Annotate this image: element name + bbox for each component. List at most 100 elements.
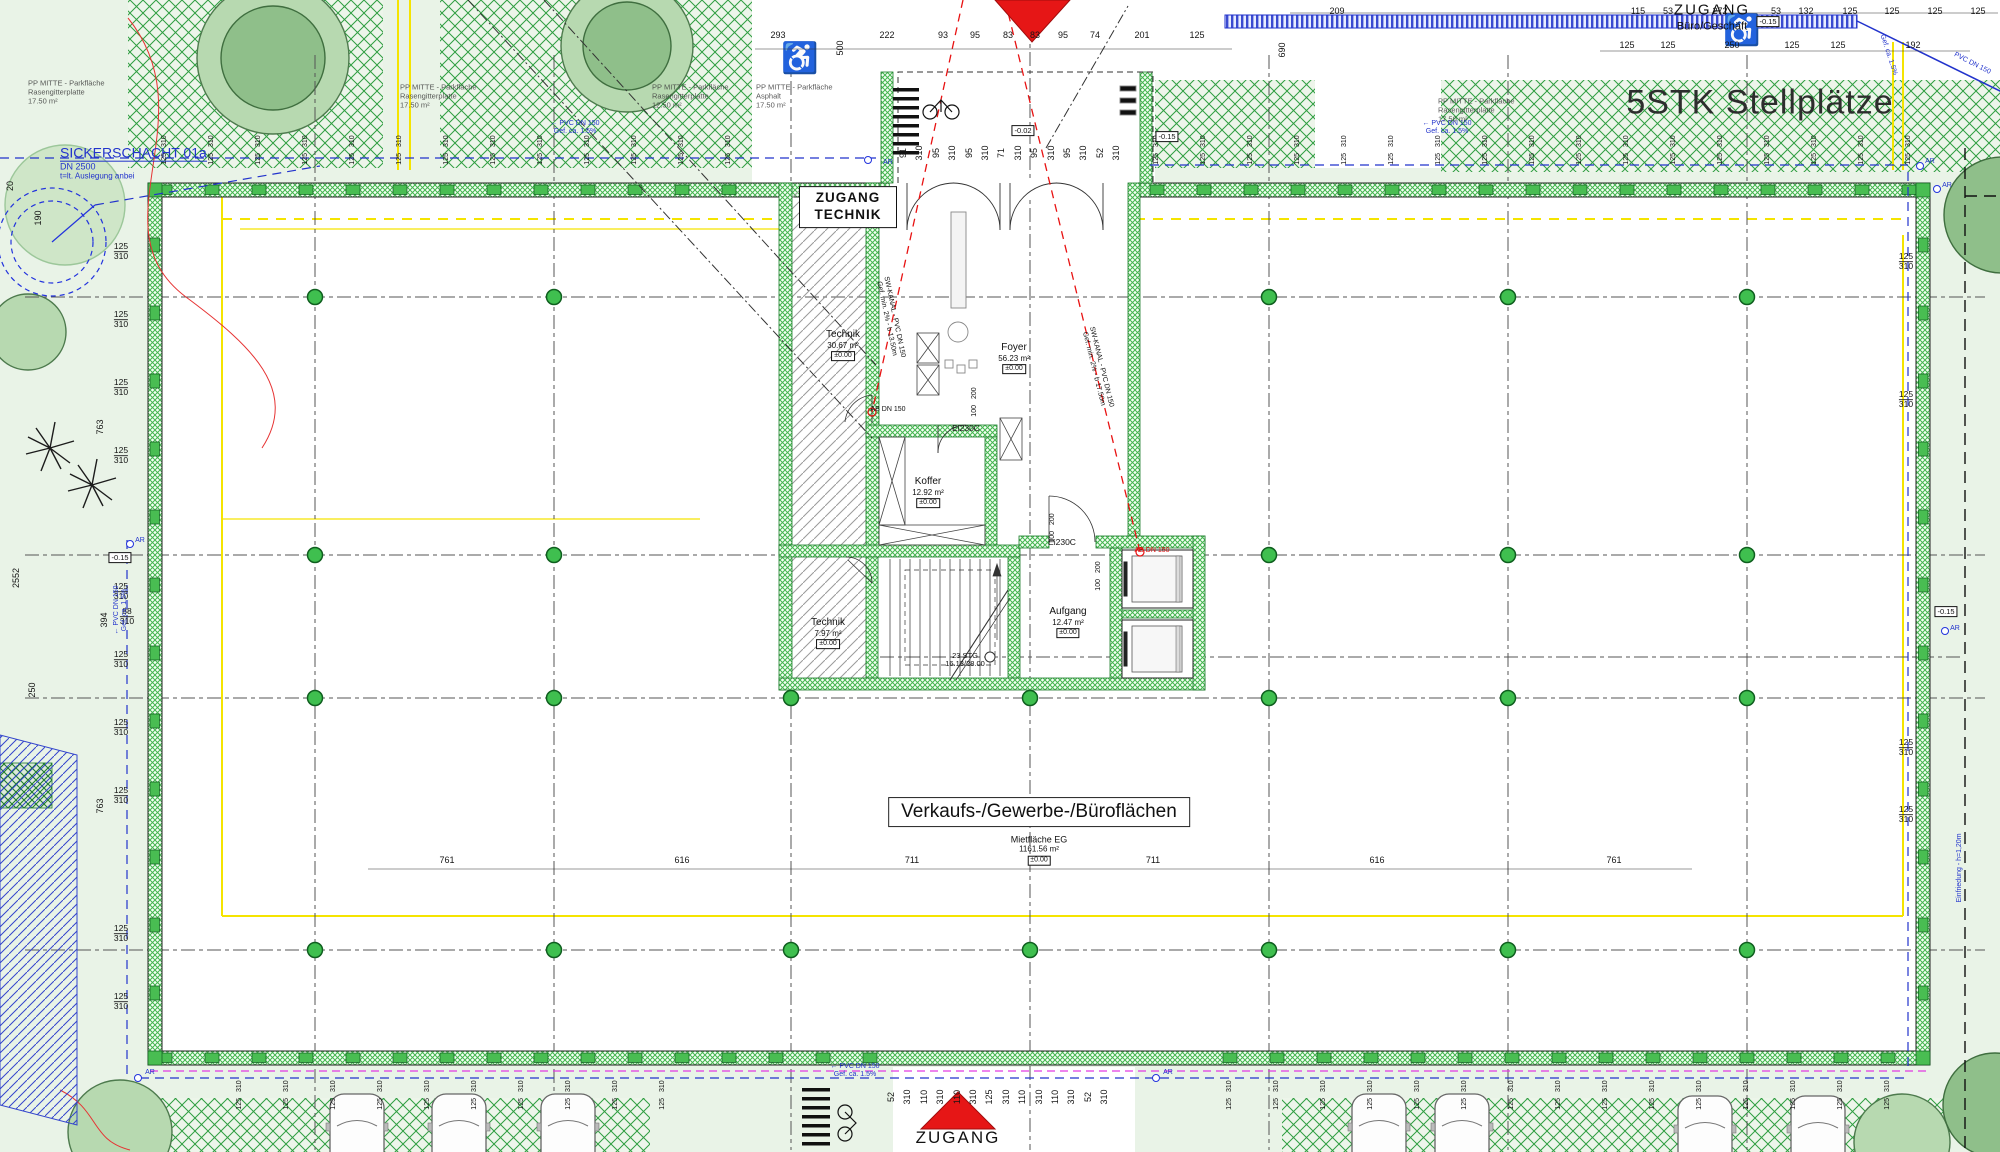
- wall-dim-pair: 125310: [1508, 1077, 1516, 1112]
- dim-value: 125: [1884, 6, 1899, 16]
- stair-label: 23 STG16.13/28.00: [945, 652, 985, 669]
- wall-dim-pair: 125310: [330, 1077, 338, 1112]
- kanal-label: SW-KANAL - PVC DN 150Gef. min. 2% - b 17…: [1079, 326, 1115, 410]
- dim-value-rotated: 500: [835, 40, 845, 55]
- fire-door-label: Ei230C: [1048, 538, 1076, 548]
- room-label-aufgang: Aufgang 12.47 m² ±0.00: [1049, 606, 1086, 638]
- dim-value: 209: [1329, 6, 1344, 16]
- wall-dim-pair: 125310: [1717, 132, 1725, 167]
- wall-dim-pair: 125310: [1905, 132, 1913, 167]
- ar-marker-label: AR: [1950, 625, 1960, 633]
- wall-dim-pair: 125310: [114, 378, 128, 398]
- dim-pair-value: 95: [963, 148, 973, 158]
- wall-dim-pair: 125310: [1764, 132, 1772, 167]
- dim-pair-value: 52: [1083, 1092, 1093, 1102]
- main-area-info: Mietfläche EG 1161.56 m² ±0.00: [1011, 835, 1068, 866]
- fire-door-label: Ei230C: [952, 424, 980, 434]
- dim-pair-value: 310: [1078, 145, 1088, 160]
- dim-pair-value: 110: [1050, 1090, 1060, 1104]
- dim-pair-value: 310: [1013, 145, 1023, 160]
- dim-value-rotated: 250: [27, 682, 37, 697]
- wall-dim-pair: 125310: [114, 242, 128, 262]
- ab-label: AB DN 150: [870, 406, 905, 414]
- parking-stall-label: PP MITTE - ParkflächeRasengitterplatte17…: [28, 79, 105, 106]
- wall-dim-pair: 125310: [565, 1077, 573, 1112]
- room-label-koffer: Koffer 12.92 m² ±0.00: [912, 476, 944, 508]
- room-label-technik1: Technik 30.67 m² ±0.00: [826, 329, 860, 361]
- parking-stall-label: PP MITTE - ParkflächeAsphalt17.50 m²: [756, 83, 833, 110]
- wall-dim-pair: 125310: [1273, 1077, 1281, 1112]
- dim-value: 711: [905, 855, 919, 865]
- dim-pair-value: 310: [935, 1089, 945, 1104]
- dim-pair-value: 310: [1033, 1089, 1043, 1104]
- wall-dim-pair: 125310: [725, 132, 733, 167]
- wall-dim-pair: 125310: [612, 1077, 620, 1112]
- wall-dim-pair: 125310: [377, 1077, 385, 1112]
- wall-dim-pair: 125310: [1696, 1077, 1704, 1112]
- level-badge: -0.02: [1011, 126, 1034, 136]
- parking-stall-label: PP MITTE - ParkflächeRasengitterplatte12…: [652, 83, 729, 110]
- wall-dim-pair: 125310: [1555, 1077, 1563, 1112]
- floor-plan-canvas: ♿ ♿ 5STK Stellplätze ZUGANGTECHNIK ZUGAN…: [0, 0, 2000, 1152]
- wall-dim-pair: 125310: [283, 1077, 291, 1112]
- wall-dim-pair: 125310: [1811, 132, 1819, 167]
- dim-pair-value: 95: [931, 148, 941, 158]
- dim-pair-value: 310: [968, 1089, 978, 1104]
- dim-pair-value: 310: [1001, 1089, 1011, 1104]
- dim-value: 761: [439, 855, 454, 865]
- dim-pair-value: 310: [1099, 1089, 1109, 1104]
- zugang-technik-box: ZUGANGTECHNIK: [799, 186, 897, 228]
- wall-dim-pair: 125310: [1482, 132, 1490, 167]
- door-dim-pair: 100200: [971, 384, 979, 419]
- wall-dim-pair: 125310: [396, 132, 404, 167]
- plan-labels-layer: 5STK Stellplätze ZUGANGTECHNIK ZUGANG Bü…: [0, 0, 2000, 1152]
- dim-value: 222: [879, 30, 894, 40]
- ar-marker-label: AR: [883, 159, 893, 167]
- wall-dim-pair: 125310: [1576, 132, 1584, 167]
- wall-dim-pair: 125310: [114, 786, 128, 806]
- wall-dim-pair: 125310: [1367, 1077, 1375, 1112]
- dim-value: 125: [1619, 40, 1634, 50]
- dim-value: 53: [1771, 6, 1781, 16]
- wall-dim-pair: 125310: [471, 1077, 479, 1112]
- door-dim-pair: 100200: [1095, 558, 1103, 593]
- wall-dim-pair: 125310: [1899, 390, 1913, 410]
- main-area-title: Verkaufs-/Gewerbe-/Büroflächen: [888, 797, 1190, 827]
- sickerschacht-label: SICKERSCHACHT 01a DN 2500 t=lt. Auslegun…: [60, 145, 207, 182]
- dim-value: 125: [1970, 6, 1985, 16]
- wall-dim-pair: 125310: [255, 132, 263, 167]
- dim-value: 192: [1905, 40, 1920, 50]
- ar-marker-label: AR: [1942, 182, 1952, 190]
- dim-value: 95: [970, 30, 980, 40]
- room-label-technik2: Technik 7.97 m² ±0.00: [811, 617, 845, 649]
- wall-dim-pair: 125310: [1341, 132, 1349, 167]
- fence-label: Einfriedung - h=1,20m: [1956, 833, 1964, 902]
- wall-dim-pair: 125310: [114, 992, 128, 1012]
- pipe-grade-label: Gef. ca. 1.5%: [1878, 34, 1899, 77]
- ar-marker-label: AR: [1925, 158, 1935, 166]
- dim-pair-value: 95: [1062, 148, 1072, 158]
- wall-dim-pair: 125310: [114, 446, 128, 466]
- pipe-label: ← PVC DN 150Gef. ca. 1.5%: [830, 1063, 879, 1079]
- dim-value: 125: [1927, 6, 1942, 16]
- dim-value: 616: [1369, 855, 1384, 865]
- wall-dim-pair: 125310: [1388, 132, 1396, 167]
- level-badge: -0.15: [108, 553, 131, 563]
- dim-value: 83: [1030, 30, 1040, 40]
- wall-dim-pair: 125310: [424, 1077, 432, 1112]
- dim-value: 125: [1830, 40, 1845, 50]
- dim-pair-value: 71: [996, 148, 1006, 158]
- dim-value: 125: [1189, 30, 1204, 40]
- wall-dim-pair: 125310: [1320, 1077, 1328, 1112]
- wall-dim-pair: 125310: [490, 132, 498, 167]
- dim-pair-value: 310: [1066, 1089, 1076, 1104]
- ar-marker-label: AR: [145, 1069, 155, 1077]
- wall-dim-pair: 125310: [1790, 1077, 1798, 1112]
- dim-pair-value: 310: [980, 145, 990, 160]
- wall-dim-pair: 125310: [1743, 1077, 1751, 1112]
- wall-dim-pair: 125310: [659, 1077, 667, 1112]
- dim-pair-value: 52: [1095, 148, 1105, 158]
- dim-value: 115: [1631, 6, 1645, 16]
- pipe-diag-label: PVC DN 150: [1952, 51, 1991, 76]
- dim-value-rotated: 763: [95, 419, 105, 434]
